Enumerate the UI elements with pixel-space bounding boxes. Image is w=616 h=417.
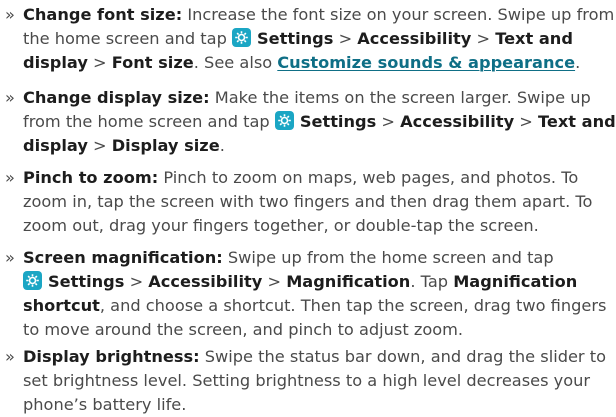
list-item-line: Settings > Accessibility > Magnification… [23,270,577,294]
list-item-line: » Change font size: Increase the font siz… [5,3,614,27]
settings-gear-icon [23,271,42,290]
list-item-line: shortcut, and choose a shortcut. Then ta… [23,296,607,315]
item-title: Display brightness: [23,347,200,366]
list-item-line: phone’s battery life. [23,395,187,414]
bullet-marker: » [5,168,15,187]
settings-gear-icon [274,111,294,130]
bullet-marker: » [5,347,15,366]
list-item-line: set brightness level. Setting brightness… [23,371,591,390]
item-title: Pinch to zoom: [23,168,159,187]
item-title: Change display size: [23,88,210,107]
customize-sounds-link[interactable]: Customize sounds & appearance [277,53,575,72]
accessibility-instructions: » Change font size: Increase the font siz… [0,0,616,414]
bullet-marker: » [5,248,15,267]
list-item-line: » Pinch to zoom: Pinch to zoom on maps, w… [5,166,578,190]
bullet-marker: » [5,5,15,24]
bullet-marker: » [5,88,15,107]
list-item-line: » Display brightness: Swipe the status ba… [5,345,606,369]
item-title: Change font size: [23,5,183,24]
list-item-line: zoom out, drag your fingers together, or… [23,216,539,235]
list-item-line: display > Display size. [23,136,225,155]
list-item-line: » Screen magnification: Swipe up from the… [5,246,554,270]
item-title: Screen magnification: [23,248,223,267]
settings-gear-icon [232,28,251,47]
list-item-line: from the home screen and tap Settings > … [23,111,616,131]
list-item-line: display > Font size. See also Customize … [23,53,581,72]
list-item-line: to move around the screen, and pinch to … [23,320,464,339]
list-item-line: the home screen and tap Settings > Acces… [23,28,573,48]
list-item-line: zoom in, tap the screen with two fingers… [23,192,593,211]
list-item-line: » Change display size: Make the items on … [5,86,591,110]
